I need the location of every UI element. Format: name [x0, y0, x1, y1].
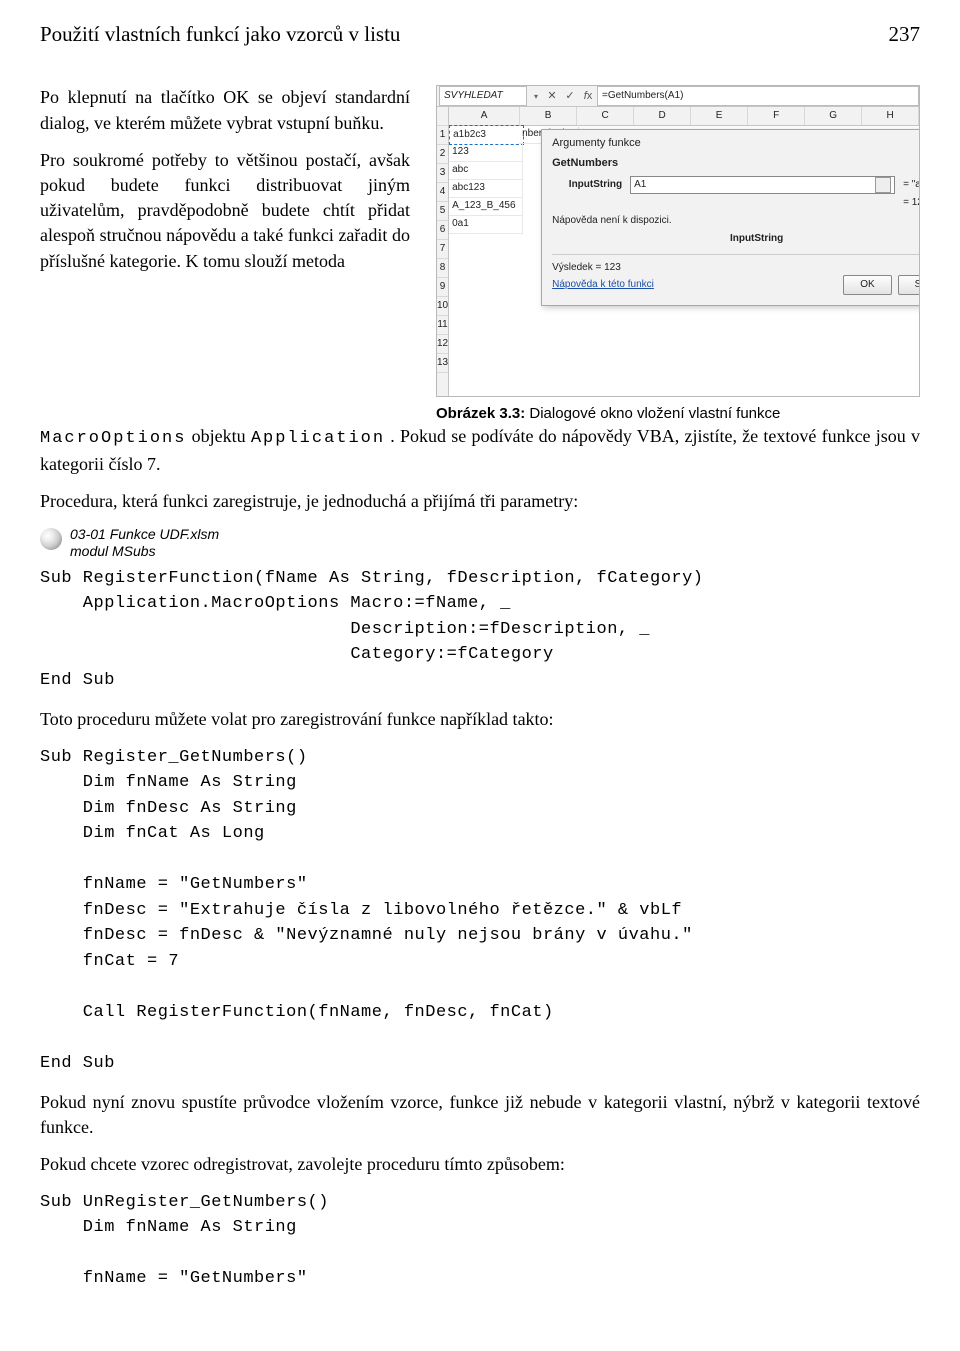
param-label: InputString — [552, 178, 622, 192]
cd-icon — [40, 528, 62, 550]
row-header-cell[interactable]: 1 — [437, 126, 448, 145]
result-preview: = 123 — [903, 196, 920, 210]
column-header-cell[interactable]: H — [862, 107, 919, 125]
dialog-title: Argumenty funkce — [552, 136, 641, 152]
column-header-cell[interactable]: C — [577, 107, 634, 125]
row-headers: 1 2 3 4 5 6 7 8 9 10 11 12 13 — [437, 107, 449, 396]
column-header-cell[interactable]: D — [634, 107, 691, 125]
param-input[interactable]: A1 — [630, 176, 895, 194]
row-header-cell[interactable]: 5 — [437, 202, 448, 221]
dialog-help-link[interactable]: Nápověda k této funkci — [552, 278, 654, 292]
body-paragraph: Procedura, která funkci zaregistruje, je… — [40, 489, 920, 514]
row-header-cell[interactable]: 8 — [437, 259, 448, 278]
column-header-cell[interactable]: G — [805, 107, 862, 125]
param-value-text: A1 — [634, 178, 646, 192]
cell-a6[interactable]: 0a1 — [449, 215, 523, 234]
function-arguments-dialog: Argumenty funkce ? ✕ GetNumbers InputStr… — [541, 129, 920, 305]
code-block: Sub UnRegister_GetNumbers() Dim fnName A… — [40, 1190, 920, 1292]
fx-icon[interactable]: fx — [579, 89, 597, 104]
header-title: Použití vlastních funkcí jako vzorců v l… — [40, 20, 400, 49]
cell-a1[interactable]: a1b2c3 — [449, 125, 524, 145]
row-header-cell[interactable]: 9 — [437, 278, 448, 297]
figure-caption: Obrázek 3.3: Dialogové okno vložení vlas… — [436, 403, 920, 424]
cancel-button[interactable]: Storno — [898, 275, 920, 295]
row-header-cell[interactable]: 6 — [437, 221, 448, 240]
body-paragraph: Toto proceduru můžete volat pro zaregist… — [40, 707, 920, 732]
column-header-cell[interactable]: B — [520, 107, 577, 125]
caption-label: Obrázek 3.3: — [436, 405, 525, 422]
page-number: 237 — [889, 20, 921, 49]
cd-reference: 03-01 Funkce UDF.xlsm modul MSubs — [40, 526, 920, 560]
ok-button[interactable]: OK — [843, 275, 891, 295]
body-paragraph: Po klepnutí na tlačítko OK se objeví sta… — [40, 85, 410, 135]
row-header-cell[interactable]: 10 — [437, 297, 448, 316]
excel-screenshot: SVYHLEDAT ▾ ✕ ✓ fx =GetNumbers(A1) 1 2 3… — [436, 85, 920, 397]
column-header-cell[interactable]: E — [691, 107, 748, 125]
formula-bar: SVYHLEDAT ▾ ✕ ✓ fx =GetNumbers(A1) — [437, 86, 919, 107]
dialog-divider — [552, 254, 920, 255]
accept-icon[interactable]: ✓ — [561, 89, 579, 104]
row-header-cell[interactable]: 12 — [437, 335, 448, 354]
dialog-help-note: Nápověda není k dispozici. — [552, 214, 920, 228]
cancel-icon[interactable]: ✕ — [543, 89, 561, 104]
column-header-cell[interactable]: F — [748, 107, 805, 125]
cd-module-line: modul MSubs — [70, 543, 219, 560]
row-header-cell[interactable]: 13 — [437, 354, 448, 373]
text-run: Pro soukromé potřeby to většinou postačí… — [40, 150, 410, 271]
code-block: Sub Register_GetNumbers() Dim fnName As … — [40, 745, 920, 1077]
formula-input[interactable]: =GetNumbers(A1) — [597, 86, 919, 106]
dialog-function-name: GetNumbers — [552, 156, 920, 171]
cell-a3[interactable]: abc — [449, 161, 523, 180]
cell-a2[interactable]: 123 — [449, 143, 523, 162]
row-header-cell[interactable]: 2 — [437, 145, 448, 164]
cell-a5[interactable]: A_123_B_456 — [449, 197, 523, 216]
body-paragraph: Pokud chcete vzorec odregistrovat, zavol… — [40, 1152, 920, 1177]
row-header-cell[interactable]: 7 — [437, 240, 448, 259]
row-header-cell[interactable]: 11 — [437, 316, 448, 335]
caption-text: Dialogové okno vložení vlastní funkce — [525, 405, 780, 422]
dialog-result-label: Výsledek = 123 — [552, 261, 920, 275]
column-header-cell[interactable]: I — [919, 107, 920, 125]
body-paragraph: MacroOptions objektu Application . Pokud… — [40, 424, 920, 477]
column-headers: A B C D E F G H I — [449, 107, 920, 126]
name-box-dropdown-icon[interactable]: ▾ — [529, 91, 543, 102]
cell-a4[interactable]: abc123 — [449, 179, 523, 198]
param-eval: = "a1b2c3" — [903, 178, 920, 192]
row-header-cell[interactable]: 4 — [437, 183, 448, 202]
dialog-param-highlight: InputString — [552, 232, 920, 246]
column-header-cell[interactable]: A — [449, 107, 520, 125]
body-paragraph: Pokud nyní znovu spustíte průvodce vlože… — [40, 1090, 920, 1140]
text-run: objektu — [192, 426, 251, 446]
inline-code: MacroOptions — [40, 429, 186, 448]
range-picker-icon[interactable] — [875, 177, 891, 193]
code-block: Sub RegisterFunction(fName As String, fD… — [40, 566, 920, 694]
inline-code: Application — [251, 429, 385, 448]
cd-file-line: 03-01 Funkce UDF.xlsm — [70, 526, 219, 543]
name-box[interactable]: SVYHLEDAT — [439, 86, 527, 106]
page-header: Použití vlastních funkcí jako vzorců v l… — [40, 20, 920, 49]
row-header-cell[interactable]: 3 — [437, 164, 448, 183]
body-paragraph: Pro soukromé potřeby to většinou postačí… — [40, 148, 410, 274]
